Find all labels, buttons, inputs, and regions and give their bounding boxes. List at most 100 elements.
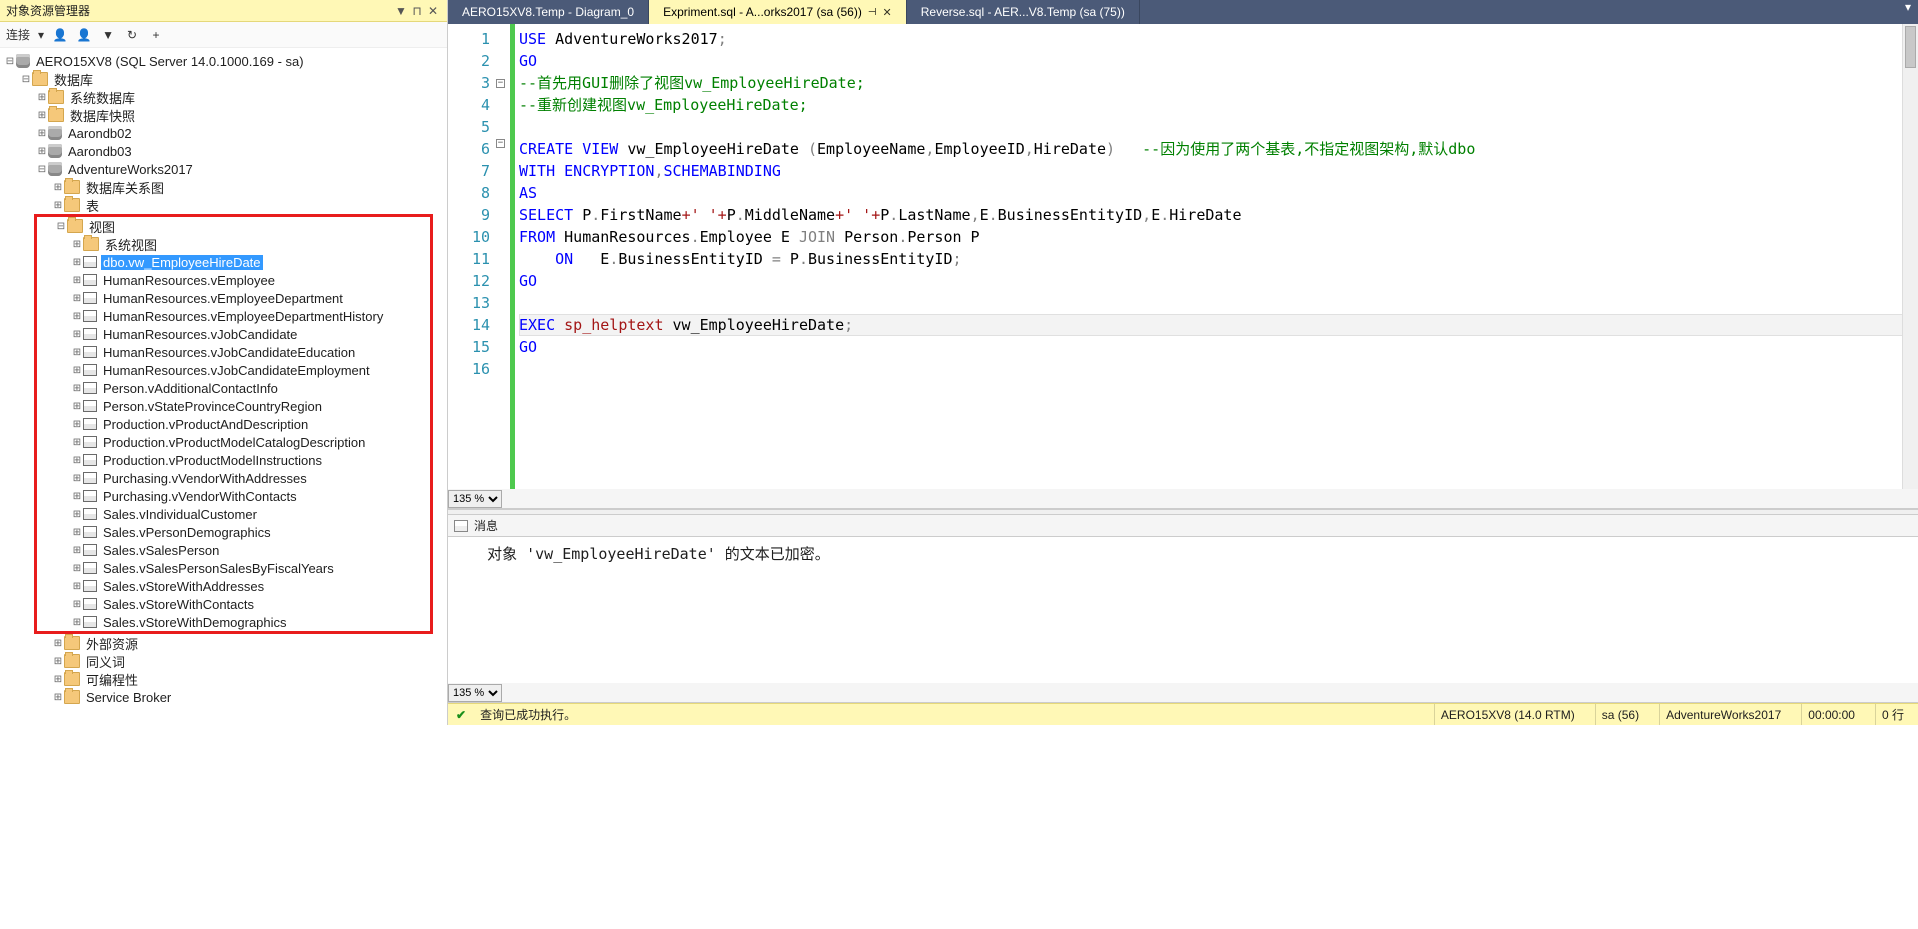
tree-db-snapshots[interactable]: ⊞数据库快照 bbox=[0, 106, 447, 124]
status-bar: ✔ 查询已成功执行。 AERO15XV8 (14.0 RTM) sa (56) … bbox=[448, 703, 1918, 725]
close-tab-icon[interactable]: ✕ bbox=[883, 6, 892, 19]
tree-diagrams[interactable]: ⊞数据库关系图 bbox=[0, 178, 447, 196]
tab-reverse-sql[interactable]: Reverse.sql - AER...V8.Temp (sa (75)) bbox=[907, 0, 1140, 24]
tree-sys-dbs[interactable]: ⊞系统数据库 bbox=[0, 88, 447, 106]
panel-dropdown-icon[interactable]: ▼ bbox=[393, 4, 409, 18]
tree-views[interactable]: ⊟视图 bbox=[37, 217, 430, 235]
status-ok-icon: ✔ bbox=[456, 708, 466, 722]
tree-view-item[interactable]: ⊞Sales.vPersonDemographics bbox=[37, 523, 430, 541]
tree-view-item[interactable]: ⊞HumanResources.vEmployeeDepartment bbox=[37, 289, 430, 307]
object-tree[interactable]: ⊟AERO15XV8 (SQL Server 14.0.1000.169 - s… bbox=[0, 48, 447, 725]
line-number-gutter: 12345678910111213141516 − − bbox=[448, 24, 510, 489]
tree-synonyms[interactable]: ⊞同义词 bbox=[0, 652, 447, 670]
code-editor[interactable]: 12345678910111213141516 − − USE Adventur… bbox=[448, 24, 1918, 489]
view-icon bbox=[83, 526, 97, 538]
tab-diagram[interactable]: AERO15XV8.Temp - Diagram_0 bbox=[448, 0, 649, 24]
tree-view-item[interactable]: ⊞Purchasing.vVendorWithAddresses bbox=[37, 469, 430, 487]
tree-view-item[interactable]: ⊞Purchasing.vVendorWithContacts bbox=[37, 487, 430, 505]
view-icon bbox=[83, 436, 97, 448]
pin-icon[interactable]: ⊣ bbox=[868, 7, 877, 18]
connect-label[interactable]: 连接 bbox=[6, 26, 30, 43]
object-explorer-sidebar: 对象资源管理器 ▼ ⊓ ✕ 连接 ▾ 👤 👤 ▼ ↻ + ⊟AERO15XV8 … bbox=[0, 0, 448, 725]
tree-databases[interactable]: ⊟数据库 bbox=[0, 70, 447, 88]
panel-pin-icon[interactable]: ⊓ bbox=[409, 4, 425, 18]
folder-icon bbox=[67, 219, 83, 233]
view-icon bbox=[83, 346, 97, 358]
tree-root[interactable]: ⊟AERO15XV8 (SQL Server 14.0.1000.169 - s… bbox=[0, 52, 447, 70]
tree-view-item[interactable]: ⊞Person.vStateProvinceCountryRegion bbox=[37, 397, 430, 415]
status-rows: 0 行 bbox=[1875, 704, 1910, 725]
fold-toggle-icon[interactable]: − bbox=[496, 139, 505, 148]
tree-view-item[interactable]: ⊞Production.vProductAndDescription bbox=[37, 415, 430, 433]
messages-tab[interactable]: 消息 bbox=[474, 517, 498, 534]
disconnect-icon[interactable]: 👤 bbox=[76, 27, 92, 43]
tree-sys-views[interactable]: ⊞系统视图 bbox=[37, 235, 430, 253]
plus-icon[interactable]: + bbox=[148, 27, 164, 43]
tree-view-item[interactable]: ⊞Sales.vSalesPerson bbox=[37, 541, 430, 559]
tab-overflow-icon[interactable]: ▾ bbox=[1898, 0, 1918, 24]
code-body[interactable]: USE AdventureWorks2017; GO --首先用GUI删除了视图… bbox=[515, 24, 1918, 489]
explorer-toolbar: 连接 ▾ 👤 👤 ▼ ↻ + bbox=[0, 22, 447, 48]
view-icon bbox=[83, 400, 97, 412]
folder-icon bbox=[64, 198, 80, 212]
tree-view-item[interactable]: ⊞HumanResources.vJobCandidateEmployment bbox=[37, 361, 430, 379]
editor-area: AERO15XV8.Temp - Diagram_0 Expriment.sql… bbox=[448, 0, 1918, 725]
tree-view-item[interactable]: ⊞Sales.vStoreWithContacts bbox=[37, 595, 430, 613]
status-time: 00:00:00 bbox=[1801, 704, 1861, 725]
database-icon bbox=[48, 126, 62, 140]
view-icon bbox=[83, 598, 97, 610]
folder-icon bbox=[64, 654, 80, 668]
database-icon bbox=[48, 162, 62, 176]
zoom-bar-lower: 135 % bbox=[448, 683, 1918, 703]
tree-view-item[interactable]: ⊞Sales.vSalesPersonSalesByFiscalYears bbox=[37, 559, 430, 577]
tree-view-item[interactable]: ⊞Sales.vStoreWithDemographics bbox=[37, 613, 430, 631]
database-icon bbox=[48, 144, 62, 158]
tree-view-item[interactable]: ⊞Production.vProductModelInstructions bbox=[37, 451, 430, 469]
view-icon bbox=[83, 508, 97, 520]
tree-view-selected[interactable]: ⊞dbo.vw_EmployeeHireDate bbox=[37, 253, 430, 271]
tree-db-aarondb02[interactable]: ⊞Aarondb02 bbox=[0, 124, 447, 142]
view-icon bbox=[83, 616, 97, 628]
status-user: sa (56) bbox=[1595, 704, 1645, 725]
panel-close-icon[interactable]: ✕ bbox=[425, 4, 441, 18]
filter-icon[interactable]: ▼ bbox=[100, 27, 116, 43]
tree-view-item[interactable]: ⊞Sales.vStoreWithAddresses bbox=[37, 577, 430, 595]
tree-view-item[interactable]: ⊞HumanResources.vJobCandidate bbox=[37, 325, 430, 343]
view-icon bbox=[83, 490, 97, 502]
document-tabbar: AERO15XV8.Temp - Diagram_0 Expriment.sql… bbox=[448, 0, 1918, 24]
fold-toggle-icon[interactable]: − bbox=[496, 79, 505, 88]
connect-icon[interactable]: 👤 bbox=[52, 27, 68, 43]
folder-icon bbox=[64, 690, 80, 704]
tree-view-item[interactable]: ⊞Sales.vIndividualCustomer bbox=[37, 505, 430, 523]
panel-title: 对象资源管理器 bbox=[6, 2, 393, 19]
messages-icon bbox=[454, 520, 468, 532]
view-icon bbox=[83, 418, 97, 430]
view-icon bbox=[83, 562, 97, 574]
zoom-select[interactable]: 135 % bbox=[448, 490, 502, 508]
folder-icon bbox=[48, 90, 64, 104]
zoom-select-lower[interactable]: 135 % bbox=[448, 684, 502, 702]
tree-view-item[interactable]: ⊞HumanResources.vEmployee bbox=[37, 271, 430, 289]
tree-view-item[interactable]: ⊞HumanResources.vEmployeeDepartmentHisto… bbox=[37, 307, 430, 325]
tree-db-adventureworks[interactable]: ⊟AdventureWorks2017 bbox=[0, 160, 447, 178]
tab-expriment-sql[interactable]: Expriment.sql - A...orks2017 (sa (56))⊣✕ bbox=[649, 0, 907, 24]
tree-programmability[interactable]: ⊞可编程性 bbox=[0, 670, 447, 688]
view-icon bbox=[83, 544, 97, 556]
folder-icon bbox=[48, 108, 64, 122]
tree-view-item[interactable]: ⊞HumanResources.vJobCandidateEducation bbox=[37, 343, 430, 361]
refresh-icon[interactable]: ↻ bbox=[124, 27, 140, 43]
tree-view-item[interactable]: ⊞Production.vProductModelCatalogDescript… bbox=[37, 433, 430, 451]
messages-body[interactable]: 对象 'vw_EmployeeHireDate' 的文本已加密。 bbox=[448, 537, 1918, 683]
tree-tables[interactable]: ⊞表 bbox=[0, 196, 447, 214]
tree-view-item[interactable]: ⊞Person.vAdditionalContactInfo bbox=[37, 379, 430, 397]
view-icon bbox=[83, 310, 97, 322]
panel-header: 对象资源管理器 ▼ ⊓ ✕ bbox=[0, 0, 447, 22]
folder-icon bbox=[64, 180, 80, 194]
view-icon bbox=[83, 364, 97, 376]
main-container: 对象资源管理器 ▼ ⊓ ✕ 连接 ▾ 👤 👤 ▼ ↻ + ⊟AERO15XV8 … bbox=[0, 0, 1918, 725]
tree-external[interactable]: ⊞外部资源 bbox=[0, 634, 447, 652]
tree-db-aarondb03[interactable]: ⊞Aarondb03 bbox=[0, 142, 447, 160]
view-icon bbox=[83, 382, 97, 394]
tree-service-broker[interactable]: ⊞Service Broker bbox=[0, 688, 447, 706]
editor-scrollbar[interactable] bbox=[1902, 24, 1918, 489]
